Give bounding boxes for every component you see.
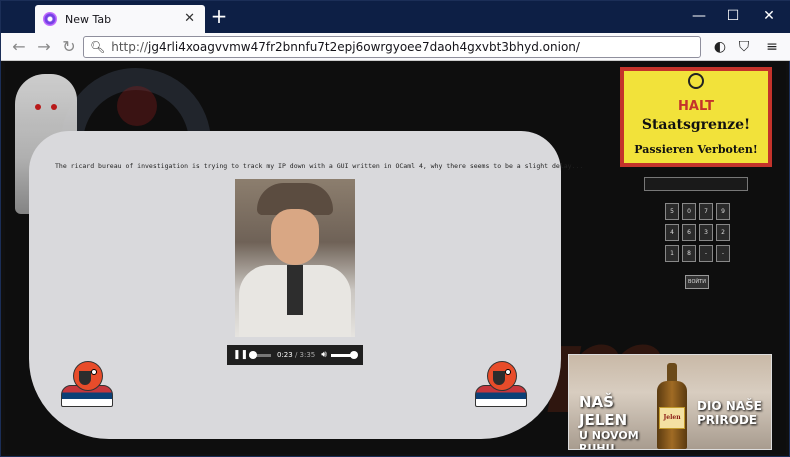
time-display: 0:23 / 3:35 [277,351,315,359]
titlebar: New Tab ✕ + — ☐ ✕ [1,1,790,33]
volume-knob[interactable] [349,350,358,359]
keypad-key[interactable]: 1 [665,245,679,262]
serbian-parrot-left [61,361,113,409]
keypad-key[interactable]: 2 [716,224,730,241]
border-sign-image: HALT Staatsgrenze! Passieren Verboten! [620,67,772,167]
keypad-key[interactable]: 9 [716,203,730,220]
browser-window: New Tab ✕ + — ☐ ✕ ← → ↻ 🔍︎ http://jg4rli… [0,0,790,457]
parrot-beak [79,371,91,385]
onion-circuit-icon[interactable]: ◐ [711,38,729,56]
progress-bar[interactable] [249,350,271,359]
main-panel: The ricard bureau of investigation is tr… [29,131,584,439]
address-bar[interactable]: 🔍︎ http://jg4rli4xoagvvmw47fr2bnnfu7t2ep… [83,36,701,58]
current-time: 0:23 [277,351,293,359]
photo-face [271,209,319,265]
jelen-beer-ad[interactable]: NAŠ JELEN U NOVOM RUHU Jelen DIO NAŠE PR… [568,354,772,450]
watermark-dot [117,86,157,126]
ad-right-text: DIO NAŠE PRIRODE [697,399,767,427]
parrot-eye [505,369,511,375]
pin-keypad: 5079463218-- [665,203,731,262]
shield-icon[interactable]: ⛉ [735,38,753,56]
bottle-label: Jelen [659,407,685,429]
menu-icon[interactable]: ≡ [763,38,781,56]
ad-left-line-2: U NOVOM RUHU [579,429,639,450]
reload-icon[interactable]: ↻ [59,37,79,57]
back-arrow-icon[interactable]: ← [9,37,29,57]
forward-arrow-icon[interactable]: → [34,37,54,57]
ad-right-line-2: PRIRODE [697,413,758,427]
beer-bottle-image: Jelen [653,363,691,449]
audio-player: ❚❚ 0:23 / 3:35 🔊︎ [227,345,363,365]
close-window-button[interactable]: ✕ [759,7,779,25]
keypad-key[interactable]: 7 [699,203,713,220]
new-tab-button[interactable]: + [207,5,231,29]
search-icon: 🔍︎ [90,40,106,54]
keypad-key[interactable]: 3 [699,224,713,241]
maximize-button[interactable]: ☐ [723,7,743,25]
keypad-key[interactable]: - [716,245,730,262]
keypad-key[interactable]: - [699,245,713,262]
login-button[interactable]: ВОЙТИ [685,275,709,289]
ad-left-line-1: NAŠ JELEN [579,393,628,429]
keypad-key[interactable]: 4 [665,224,679,241]
bottle-neck [667,363,677,383]
ad-right-line-1: DIO NAŠE [697,399,762,413]
volume-slider[interactable] [330,350,358,359]
navigation-toolbar: ← → ↻ 🔍︎ http://jg4rli4xoagvvmw47fr2bnnf… [1,33,790,61]
keypad-key[interactable]: 5 [665,203,679,220]
tab-close-icon[interactable]: ✕ [184,11,195,26]
minimize-button[interactable]: — [689,7,709,25]
parrot-beak [493,371,505,385]
statue-eye-right [51,104,57,110]
sign-line-1: HALT [678,99,714,114]
url-text: http://jg4rli4xoagvvmw47fr2bnnfu7t2epj6o… [111,40,580,54]
scrolling-message: The ricard bureau of investigation is tr… [55,162,584,170]
serbian-parrot-right [475,361,527,409]
browser-tab[interactable]: New Tab ✕ [35,5,205,33]
tor-favicon-icon [43,12,57,26]
statue-eye-left [35,104,41,110]
duration: / 3:35 [292,351,316,359]
sign-line-3: Passieren Verboten! [634,143,758,156]
ad-left-text: NAŠ JELEN U NOVOM RUHU [579,393,645,450]
emblem-icon [688,73,704,89]
parrot-eye [91,369,97,375]
volume-icon[interactable]: 🔊︎ [321,350,327,360]
pin-input[interactable] [644,177,748,191]
sign-line-2: Staatsgrenze! [641,117,751,133]
tab-title: New Tab [65,12,112,26]
keypad-key[interactable]: 0 [682,203,696,220]
inspector-photo [235,179,355,337]
page-content: risk.com The ricard bureau of investigat… [5,62,786,454]
progress-knob[interactable] [249,350,258,359]
keypad-key[interactable]: 8 [682,245,696,262]
keypad-key[interactable]: 6 [682,224,696,241]
photo-tie [287,265,303,315]
pause-icon[interactable]: ❚❚ [233,350,248,360]
